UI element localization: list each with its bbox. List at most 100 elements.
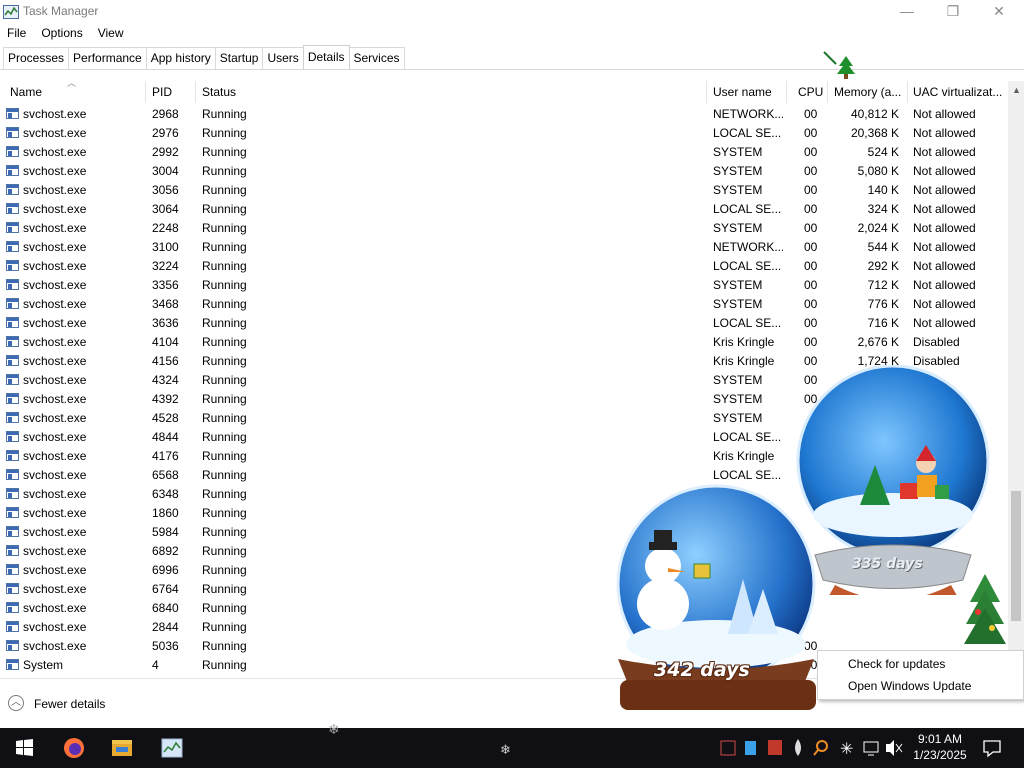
tab-services[interactable]: Services	[348, 47, 405, 69]
table-row[interactable]: svchost.exe 3064 Running LOCAL SE... 00 324 K…	[0, 200, 1008, 219]
snowflake-icon: ❄	[500, 742, 511, 757]
process-status: Running	[202, 544, 247, 558]
process-status: Running	[202, 392, 247, 406]
process-pid: 3636	[152, 316, 179, 330]
tab-details[interactable]: Details	[302, 45, 350, 69]
process-name: svchost.exe	[23, 392, 87, 406]
process-icon	[6, 127, 19, 138]
system-tray: ✳	[718, 728, 904, 768]
windows-start-icon[interactable]	[0, 728, 48, 768]
process-pid: 2844	[152, 620, 179, 634]
menu-bar: File Options View	[0, 24, 132, 44]
process-icon	[6, 241, 19, 252]
title-bar[interactable]: Task Manager — ❐ ✕	[0, 0, 1024, 24]
column-status[interactable]: Status	[198, 81, 707, 103]
task-manager-icon[interactable]	[148, 728, 196, 768]
process-user-name: SYSTEM	[713, 278, 763, 292]
vertical-scrollbar[interactable]: ▲	[1008, 81, 1024, 677]
column-cpu[interactable]: CPU	[794, 81, 828, 103]
column-pid[interactable]: PID	[148, 81, 196, 103]
process-pid: 3356	[152, 278, 179, 292]
process-memory: 716 K	[867, 316, 899, 330]
process-pid: 4	[152, 658, 159, 672]
column-user-name[interactable]: User name	[709, 81, 787, 103]
close-button[interactable]: ✕	[976, 0, 1022, 24]
process-pid: 5036	[152, 639, 179, 653]
tab-performance[interactable]: Performance	[68, 47, 147, 69]
process-status: Running	[202, 335, 247, 349]
process-status: Running	[202, 506, 247, 520]
process-icon	[6, 659, 19, 670]
check-for-updates-menu-item[interactable]: Check for updates	[848, 657, 945, 671]
taskbar-clock[interactable]: 9:01 AM 1/23/2025	[908, 731, 972, 763]
scroll-up-arrow-icon[interactable]: ▲	[1012, 85, 1021, 95]
process-uac: Not allowed	[913, 259, 976, 273]
tab-users[interactable]: Users	[262, 47, 304, 69]
fewer-details-link[interactable]: Fewer details	[34, 697, 105, 711]
action-center-icon[interactable]	[982, 738, 1002, 758]
tab-app-history[interactable]: App history	[145, 47, 216, 69]
table-row[interactable]: svchost.exe 3636 Running LOCAL SE... 00 716 K…	[0, 314, 1008, 333]
table-row[interactable]: svchost.exe 2976 Running LOCAL SE... 00 20,36…	[0, 124, 1008, 143]
process-pid: 6764	[152, 582, 179, 596]
table-row[interactable]: svchost.exe 3468 Running SYSTEM 00 776 K Not a…	[0, 295, 1008, 314]
table-row[interactable]: svchost.exe 6840 Running	[0, 599, 1008, 618]
menu-view[interactable]: View	[91, 24, 132, 44]
process-status: Running	[202, 430, 247, 444]
firefox-icon[interactable]	[50, 728, 98, 768]
process-pid: 2992	[152, 145, 179, 159]
process-name: svchost.exe	[23, 601, 87, 615]
process-name: svchost.exe	[23, 506, 87, 520]
process-pid: 4104	[152, 335, 179, 349]
process-status: Running	[202, 373, 247, 387]
scrollbar-thumb[interactable]	[1011, 491, 1021, 621]
process-uac: Not allowed	[913, 126, 976, 140]
chevron-up-icon[interactable]: ︿	[8, 695, 24, 711]
maximize-button[interactable]: ❐	[930, 0, 976, 24]
menu-options[interactable]: Options	[34, 24, 90, 44]
process-memory: 140 K	[867, 183, 899, 197]
tab-startup[interactable]: Startup	[214, 47, 264, 69]
process-name: svchost.exe	[23, 525, 87, 539]
process-name: svchost.exe	[23, 335, 87, 349]
process-name: svchost.exe	[23, 487, 87, 501]
process-icon	[6, 260, 19, 271]
tab-processes[interactable]: Processes	[3, 47, 70, 69]
snow-globe-gadget-snowman[interactable]	[598, 484, 838, 724]
process-name: svchost.exe	[23, 183, 87, 197]
minimize-button[interactable]: —	[884, 0, 930, 24]
table-row[interactable]: svchost.exe 4104 Running Kris Kringle 00 2,67…	[0, 333, 1008, 352]
open-windows-update-menu-item[interactable]: Open Windows Update	[848, 679, 971, 693]
process-icon	[6, 640, 19, 651]
table-row[interactable]: svchost.exe 3356 Running SYSTEM 00 712 K Not a…	[0, 276, 1008, 295]
process-pid: 4528	[152, 411, 179, 425]
process-icon	[6, 165, 19, 176]
file-explorer-icon[interactable]	[98, 728, 146, 768]
process-pid: 3056	[152, 183, 179, 197]
process-uac: Not allowed	[913, 240, 976, 254]
process-status: Running	[202, 582, 247, 596]
process-memory: 776 K	[867, 297, 899, 311]
process-status: Running	[202, 316, 247, 330]
column-memory[interactable]: Memory (a...	[830, 81, 908, 103]
table-row[interactable]: svchost.exe 2992 Running SYSTEM 00 524 K Not a…	[0, 143, 1008, 162]
column-uac-virtualization[interactable]: UAC virtualizat...	[909, 81, 1008, 103]
menu-file[interactable]: File	[0, 24, 34, 44]
process-user-name: LOCAL SE...	[713, 316, 782, 330]
table-row[interactable]: svchost.exe 2968 Running NETWORK... 00 40,812…	[0, 105, 1008, 124]
process-uac: Not allowed	[913, 183, 976, 197]
process-user-name: SYSTEM	[713, 183, 763, 197]
table-row[interactable]: svchost.exe 3004 Running SYSTEM 00 5,080 K Not…	[0, 162, 1008, 181]
table-row[interactable]: svchost.exe 3056 Running SYSTEM 00 140 K Not a…	[0, 181, 1008, 200]
table-row[interactable]: svchost.exe 2844 Running	[0, 618, 1008, 637]
table-row[interactable]: svchost.exe 3224 Running LOCAL SE... 00 292 K…	[0, 257, 1008, 276]
process-uac: Not allowed	[913, 202, 976, 216]
table-row[interactable]: svchost.exe 3100 Running NETWORK... 00 544 K N…	[0, 238, 1008, 257]
process-pid: 3064	[152, 202, 179, 216]
process-name: svchost.exe	[23, 145, 87, 159]
process-status: Running	[202, 259, 247, 273]
table-row[interactable]: svchost.exe 2248 Running SYSTEM 00 2,024 K Not…	[0, 219, 1008, 238]
process-icon	[6, 222, 19, 233]
process-icon	[6, 526, 19, 537]
column-name[interactable]: Name	[6, 81, 146, 103]
